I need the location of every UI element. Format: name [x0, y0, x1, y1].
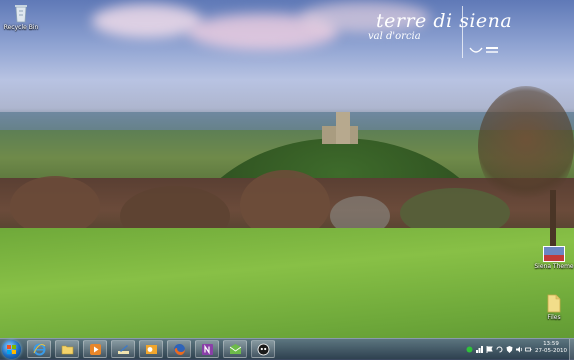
- power-icon[interactable]: [525, 346, 532, 353]
- windows-logo-icon: [7, 345, 16, 354]
- brand-divider: [462, 6, 463, 58]
- clock-date: 27-05-2010: [535, 348, 567, 354]
- status-icon[interactable]: [466, 346, 473, 353]
- brand-subtitle: val d'orcia: [368, 31, 421, 42]
- taskbar-skype[interactable]: [251, 340, 275, 358]
- desktop-icon-files[interactable]: Files: [533, 293, 574, 321]
- taskbar-onenote[interactable]: [195, 340, 219, 358]
- taskbar: 13:59 27-05-2010: [0, 338, 574, 360]
- start-button[interactable]: [2, 340, 21, 359]
- taskbar-windows-explorer[interactable]: [55, 340, 79, 358]
- volume-icon[interactable]: [516, 346, 523, 353]
- recycle-bin-icon: [15, 5, 27, 23]
- folder-icon: [547, 294, 561, 313]
- image-thumbnail-icon: [543, 246, 565, 262]
- sync-icon[interactable]: [496, 346, 503, 353]
- paint-icon: [118, 345, 129, 354]
- desktop-icon-label: Siena Theme: [534, 263, 574, 270]
- taskbar-firefox[interactable]: [167, 340, 191, 358]
- media-play-icon: [90, 344, 101, 355]
- system-clock[interactable]: 13:59 27-05-2010: [534, 341, 568, 355]
- taskbar-outlook[interactable]: [139, 340, 163, 358]
- flag-icon[interactable]: [486, 346, 493, 353]
- firefox-icon: [174, 344, 185, 355]
- desktop-icon-label: Files: [547, 314, 561, 321]
- brand-title: terre di siena: [376, 10, 513, 32]
- clock-time: 13:59: [543, 341, 559, 347]
- desktop-icon-recycle-bin[interactable]: Recycle Bin: [0, 3, 42, 31]
- outlook-icon: [146, 345, 157, 354]
- mail-icon: [229, 344, 242, 354]
- taskbar-paint[interactable]: [111, 340, 135, 358]
- folder-icon: [61, 345, 74, 355]
- internet-explorer-icon: [33, 343, 46, 356]
- onenote-icon: [202, 344, 213, 355]
- brand-logo-icon: [469, 47, 498, 53]
- show-desktop-button[interactable]: [569, 339, 574, 360]
- desktop-icon-siena-theme[interactable]: Siena Theme: [533, 246, 574, 270]
- network-icon[interactable]: [476, 346, 483, 353]
- taskbar-internet-explorer[interactable]: [27, 340, 51, 358]
- chat-icon: [257, 343, 270, 356]
- taskbar-media-player[interactable]: [83, 340, 107, 358]
- shield-icon[interactable]: [506, 346, 513, 353]
- taskbar-live-mail[interactable]: [223, 340, 247, 358]
- desktop-icon-label: Recycle Bin: [3, 24, 39, 31]
